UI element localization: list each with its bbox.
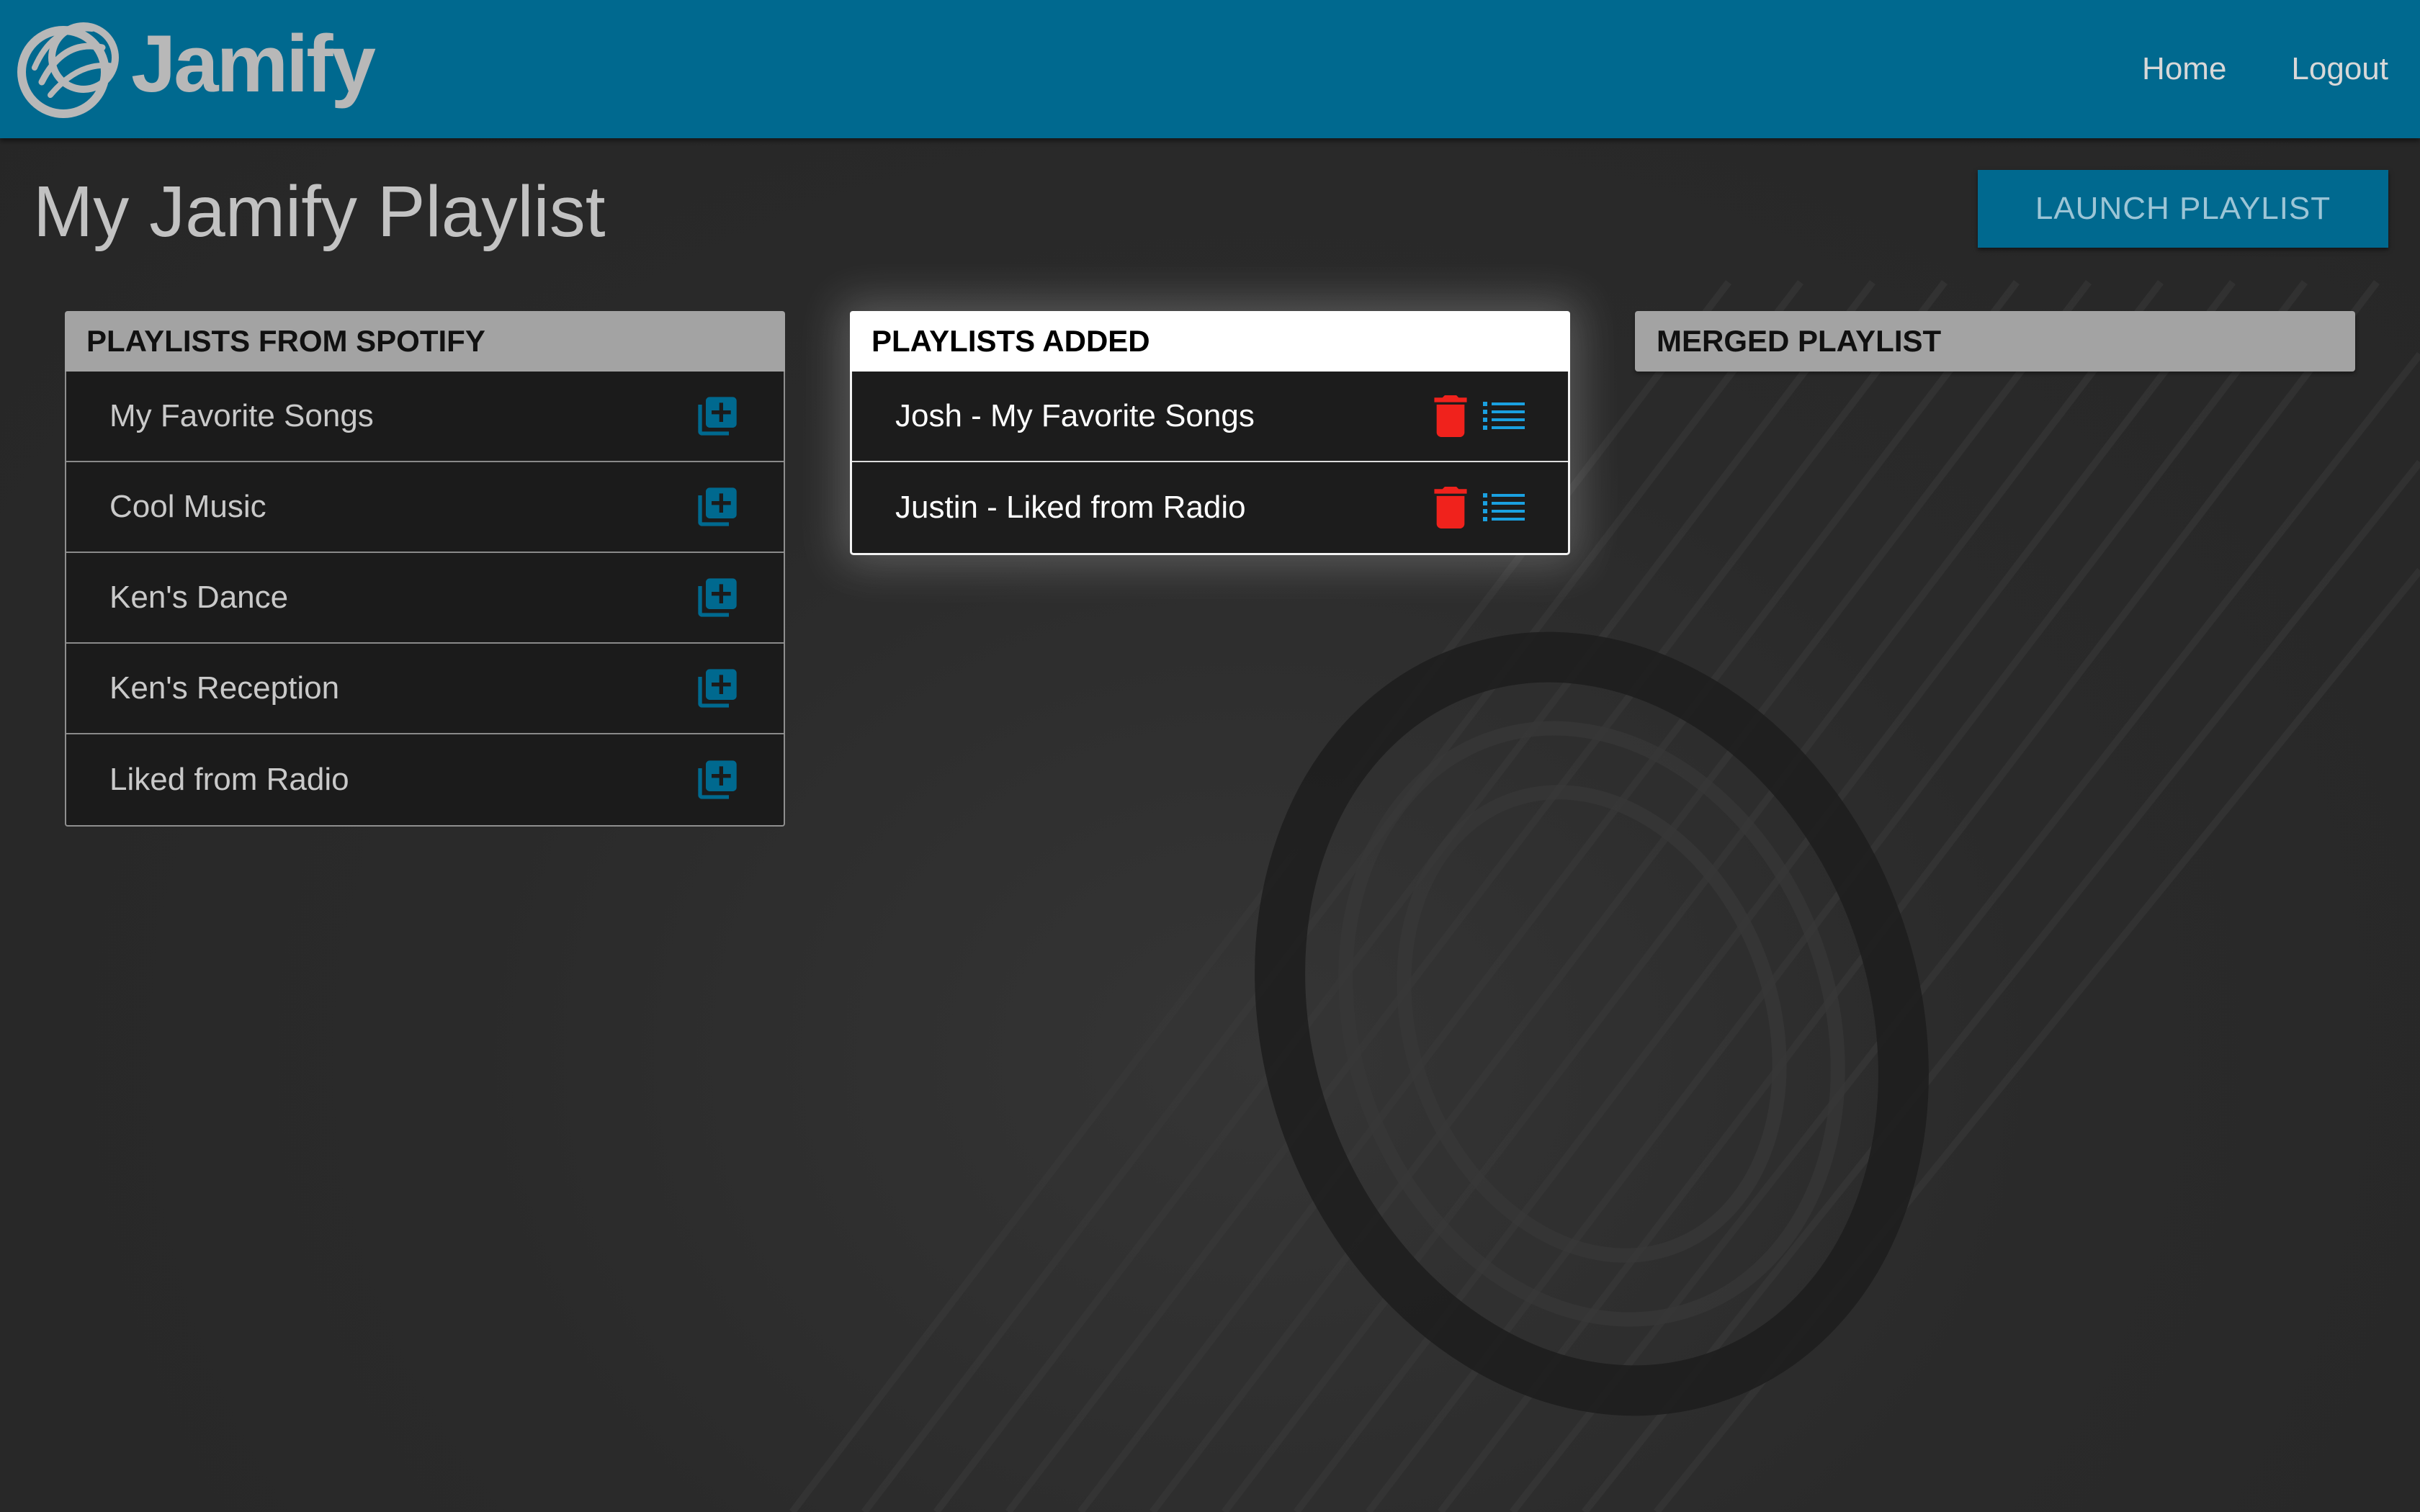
jamify-logo-icon bbox=[17, 22, 119, 118]
playlist-name: Ken's Reception bbox=[109, 670, 340, 706]
add-to-library-icon[interactable] bbox=[694, 757, 740, 803]
playlist-name: My Favorite Songs bbox=[109, 398, 374, 433]
spotify-playlist-item: My Favorite Songs bbox=[66, 372, 784, 462]
spotify-playlist-list: My Favorite Songs Cool Music Ken's Dance… bbox=[65, 372, 785, 827]
playlist-name: Justin - Liked from Radio bbox=[895, 490, 1246, 525]
brand-name: Jamify bbox=[131, 19, 376, 109]
list-icon[interactable] bbox=[1483, 402, 1525, 431]
navbar: Jamify Home Logout bbox=[0, 0, 2420, 138]
add-to-library-icon[interactable] bbox=[694, 484, 740, 530]
merged-playlist-panel: MERGED PLAYLIST bbox=[1635, 311, 2355, 372]
page-title: My Jamify Playlist bbox=[33, 171, 606, 252]
added-playlist-item: Justin - Liked from Radio bbox=[852, 462, 1568, 553]
spotify-playlist-item: Liked from Radio bbox=[66, 734, 784, 825]
nav-links: Home Logout bbox=[2142, 0, 2388, 138]
merged-playlist-header: MERGED PLAYLIST bbox=[1635, 311, 2355, 372]
trash-icon[interactable] bbox=[1434, 487, 1467, 528]
launch-playlist-button[interactable]: LAUNCH PLAYLIST bbox=[1978, 170, 2388, 248]
brand-logo-link[interactable]: Jamify bbox=[13, 10, 376, 118]
spotify-playlist-item: Cool Music bbox=[66, 462, 784, 553]
playlists-added-header: PLAYLISTS ADDED bbox=[850, 311, 1570, 372]
trash-icon[interactable] bbox=[1434, 395, 1467, 437]
playlist-name: Liked from Radio bbox=[109, 762, 349, 797]
spotify-playlists-panel: PLAYLISTS FROM SPOTIFY My Favorite Songs… bbox=[65, 311, 785, 827]
spotify-playlists-header: PLAYLISTS FROM SPOTIFY bbox=[65, 311, 785, 372]
nav-home-link[interactable]: Home bbox=[2142, 51, 2226, 87]
add-to-library-icon[interactable] bbox=[694, 393, 740, 439]
playlist-name: Cool Music bbox=[109, 489, 266, 524]
playlists-added-panel: PLAYLISTS ADDED Josh - My Favorite Songs bbox=[850, 311, 1570, 555]
added-playlist-list: Josh - My Favorite Songs Justin - Liked … bbox=[850, 372, 1570, 555]
playlist-name: Josh - My Favorite Songs bbox=[895, 398, 1255, 433]
add-to-library-icon[interactable] bbox=[694, 665, 740, 711]
list-icon[interactable] bbox=[1483, 493, 1525, 522]
spotify-playlist-item: Ken's Dance bbox=[66, 553, 784, 644]
spotify-playlist-item: Ken's Reception bbox=[66, 644, 784, 734]
added-playlist-item: Josh - My Favorite Songs bbox=[852, 372, 1568, 462]
nav-logout-link[interactable]: Logout bbox=[2291, 51, 2388, 87]
playlist-name: Ken's Dance bbox=[109, 580, 289, 615]
add-to-library-icon[interactable] bbox=[694, 575, 740, 621]
